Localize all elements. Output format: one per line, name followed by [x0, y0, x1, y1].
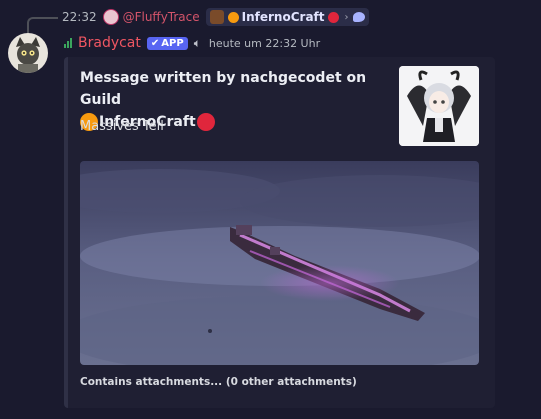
red-circle-icon [327, 11, 339, 23]
reply-bar[interactable]: 22:32 @FluffyTrace InfernoCraft › [62, 8, 369, 26]
embed-title-line1: Message written by nachgecodet on Guild [80, 70, 367, 108]
username[interactable]: Bradycat [78, 35, 141, 51]
message-header: Bradycat ✔ APP 🔈︎ heute um 22:32 Uhr [64, 34, 320, 52]
reply-mention[interactable]: @FluffyTrace [123, 10, 200, 24]
app-badge-label: APP [161, 37, 184, 49]
guild-icon [209, 10, 224, 24]
guild-chip-label: InfernoCraft [241, 10, 325, 24]
chevron-right-icon: › [344, 11, 349, 23]
embed-description: Massives Teil [80, 119, 164, 134]
speech-bubble-icon [352, 12, 365, 22]
embed: Message written by nachgecodet on Guild … [64, 57, 495, 408]
guild-chip[interactable]: InfernoCraft › [205, 8, 369, 26]
pink-avatar-icon[interactable] [102, 9, 119, 25]
embed-thumbnail[interactable] [399, 66, 479, 146]
speaker-icon[interactable]: 🔈︎ [194, 36, 201, 51]
timestamp: heute um 22:32 Uhr [208, 36, 321, 50]
signal-bars-icon [64, 38, 72, 48]
orange-circle-icon [227, 11, 239, 23]
cat-avatar-icon [8, 33, 48, 73]
app-badge: ✔ APP [146, 36, 188, 50]
embed-footer: Contains attachments... (0 other attachm… [80, 376, 357, 388]
checkmark-icon: ✔ [150, 37, 160, 49]
avatar[interactable] [8, 33, 48, 73]
reply-time: 22:32 [62, 10, 97, 24]
minecraft-ship-screenshot [80, 161, 479, 365]
embed-image[interactable] [80, 161, 479, 365]
red-circle-icon [196, 113, 215, 131]
reply-spine [27, 17, 58, 33]
anime-character-thumbnail [399, 66, 479, 146]
